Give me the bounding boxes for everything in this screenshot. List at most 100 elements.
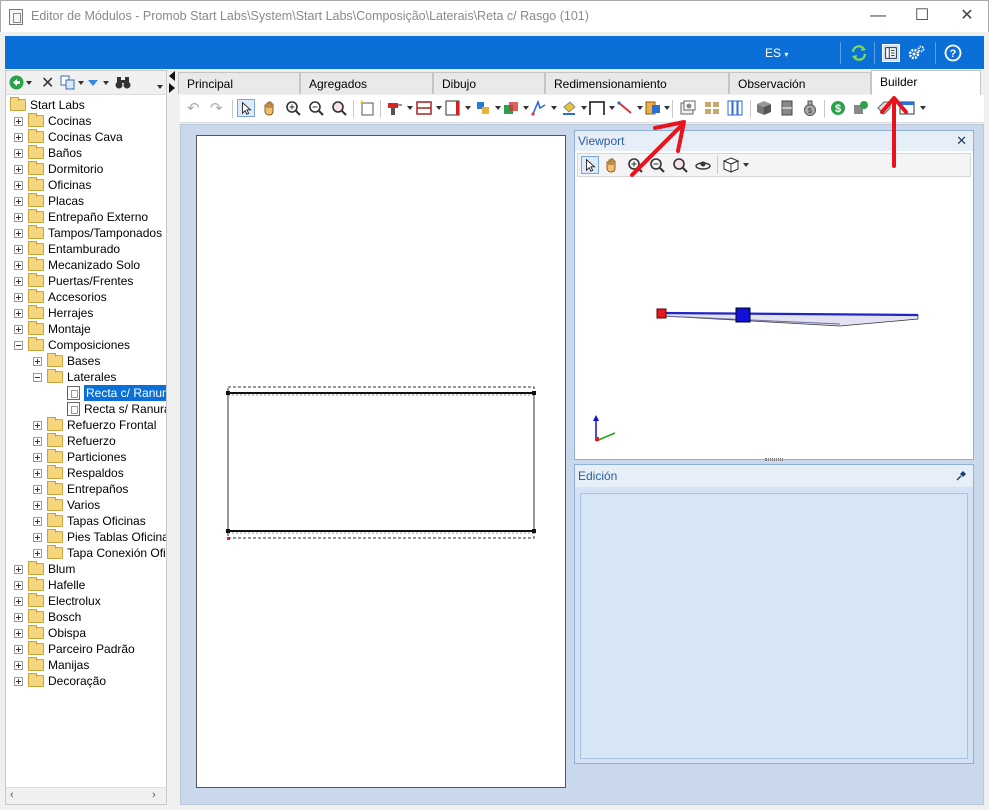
vp-zoom-extents-icon[interactable]	[671, 156, 689, 174]
expand-icon[interactable]	[14, 133, 23, 142]
expand-icon[interactable]	[33, 485, 42, 494]
panel-view-icon[interactable]	[882, 44, 900, 62]
expand-icon[interactable]	[14, 293, 23, 302]
tab-builder[interactable]: Builder	[871, 70, 981, 95]
drawing-canvas[interactable]	[196, 135, 566, 788]
expand-icon[interactable]	[33, 437, 42, 446]
zoom-out-icon[interactable]	[307, 99, 325, 117]
paint-dropdown-icon[interactable]	[581, 106, 587, 110]
viewport-3d-scene[interactable]	[575, 179, 973, 459]
shelf-icon[interactable]	[415, 99, 433, 117]
side-panel-icon[interactable]	[444, 99, 462, 117]
grid-layout-icon[interactable]	[703, 99, 721, 117]
zoom-extents-icon[interactable]	[330, 99, 348, 117]
expand-icon[interactable]	[33, 501, 42, 510]
expand-icon[interactable]	[14, 629, 23, 638]
expand-icon[interactable]	[14, 197, 23, 206]
copy-icon[interactable]	[60, 75, 76, 90]
expand-icon[interactable]	[33, 549, 42, 558]
fitting-icon[interactable]	[474, 99, 492, 117]
fitting-dropdown-icon[interactable]	[495, 106, 501, 110]
binoculars-icon[interactable]	[114, 75, 132, 90]
copy-dropdown-icon[interactable]	[78, 81, 84, 85]
delete-icon[interactable]: ✕	[41, 73, 54, 93]
viewport-resize-grip[interactable]	[765, 458, 783, 461]
expand-icon[interactable]	[33, 421, 42, 430]
language-selector[interactable]: ES ▾	[765, 46, 788, 60]
frame-dropdown-icon[interactable]	[609, 106, 615, 110]
expand-icon[interactable]	[33, 357, 42, 366]
drill-dropdown-icon[interactable]	[407, 106, 413, 110]
builder-wizard-icon[interactable]	[679, 99, 697, 117]
download-dropdown-icon[interactable]	[103, 81, 109, 85]
tab-observacion[interactable]: Observación	[729, 72, 871, 94]
expand-icon[interactable]	[14, 597, 23, 606]
columns-icon[interactable]	[726, 99, 744, 117]
expand-icon[interactable]	[14, 213, 23, 222]
cabinet-icon[interactable]	[778, 99, 796, 117]
expand-icon[interactable]	[14, 277, 23, 286]
profile-icon[interactable]	[530, 99, 548, 117]
expand-icon[interactable]	[14, 325, 23, 334]
side-panel-dropdown-icon[interactable]	[465, 106, 471, 110]
refresh-icon[interactable]	[850, 44, 868, 62]
expand-icon[interactable]	[14, 309, 23, 318]
tab-agregados[interactable]: Agregados	[300, 72, 433, 94]
close-button[interactable]: ✕	[944, 1, 989, 33]
line-icon[interactable]	[616, 99, 634, 117]
pan-hand-icon[interactable]	[261, 99, 279, 117]
back-dropdown-icon[interactable]	[26, 81, 32, 85]
box-3d-icon[interactable]	[755, 99, 773, 117]
expand-icon[interactable]	[14, 661, 23, 670]
vp-zoom-in-icon[interactable]	[626, 156, 644, 174]
undo-icon[interactable]: ↶	[187, 99, 205, 117]
shelf-dropdown-icon[interactable]	[436, 106, 442, 110]
collapse-icon[interactable]	[14, 341, 23, 350]
profile-dropdown-icon[interactable]	[551, 106, 557, 110]
expand-icon[interactable]	[14, 581, 23, 590]
vp-orbit-icon[interactable]	[694, 156, 712, 174]
toolbar-overflow-icon[interactable]	[157, 85, 163, 89]
settings-icon[interactable]	[907, 44, 925, 62]
collapse-icon[interactable]	[33, 373, 42, 382]
select-pointer-icon[interactable]	[237, 99, 255, 117]
window-options-dropdown-icon[interactable]	[920, 106, 926, 110]
expand-icon[interactable]	[14, 229, 23, 238]
minimize-button[interactable]: —	[855, 1, 901, 33]
download-icon[interactable]	[86, 76, 100, 90]
expand-icon[interactable]	[14, 117, 23, 126]
price-icon[interactable]: $	[829, 99, 847, 117]
line-dropdown-icon[interactable]	[637, 106, 643, 110]
vp-pan-icon[interactable]	[603, 156, 621, 174]
scroll-right-icon[interactable]: ›	[152, 789, 156, 801]
expand-icon[interactable]	[14, 149, 23, 158]
expand-icon[interactable]	[33, 517, 42, 526]
new-item-icon[interactable]	[358, 99, 376, 117]
back-icon[interactable]	[9, 75, 24, 90]
expand-icon[interactable]	[14, 677, 23, 686]
horizontal-scrollbar[interactable]: ‹ ›	[6, 787, 166, 804]
scroll-left-icon[interactable]: ‹	[10, 789, 14, 801]
pin-icon[interactable]	[956, 470, 967, 481]
stock-icon[interactable]	[852, 99, 870, 117]
vp-view-dropdown-icon[interactable]	[743, 163, 749, 167]
drill-icon[interactable]	[385, 99, 403, 117]
help-icon[interactable]: ?	[944, 44, 962, 62]
component-icon[interactable]	[644, 99, 662, 117]
accessory-dropdown-icon[interactable]	[523, 106, 529, 110]
viewport-close-button[interactable]: ✕	[956, 133, 967, 149]
expand-icon[interactable]	[33, 453, 42, 462]
expand-icon[interactable]	[33, 469, 42, 478]
vp-select-icon[interactable]	[581, 156, 599, 174]
expand-icon[interactable]	[33, 533, 42, 542]
expand-icon[interactable]	[14, 261, 23, 270]
expand-icon[interactable]	[14, 181, 23, 190]
redo-icon[interactable]: ↷	[210, 99, 228, 117]
paint-icon[interactable]	[560, 99, 578, 117]
maximize-button[interactable]: ☐	[899, 1, 945, 33]
expand-icon[interactable]	[14, 565, 23, 574]
tab-dibujo[interactable]: Dibujo	[433, 72, 545, 94]
frame-icon[interactable]	[588, 99, 606, 117]
zoom-in-icon[interactable]	[284, 99, 302, 117]
expand-icon[interactable]	[14, 165, 23, 174]
